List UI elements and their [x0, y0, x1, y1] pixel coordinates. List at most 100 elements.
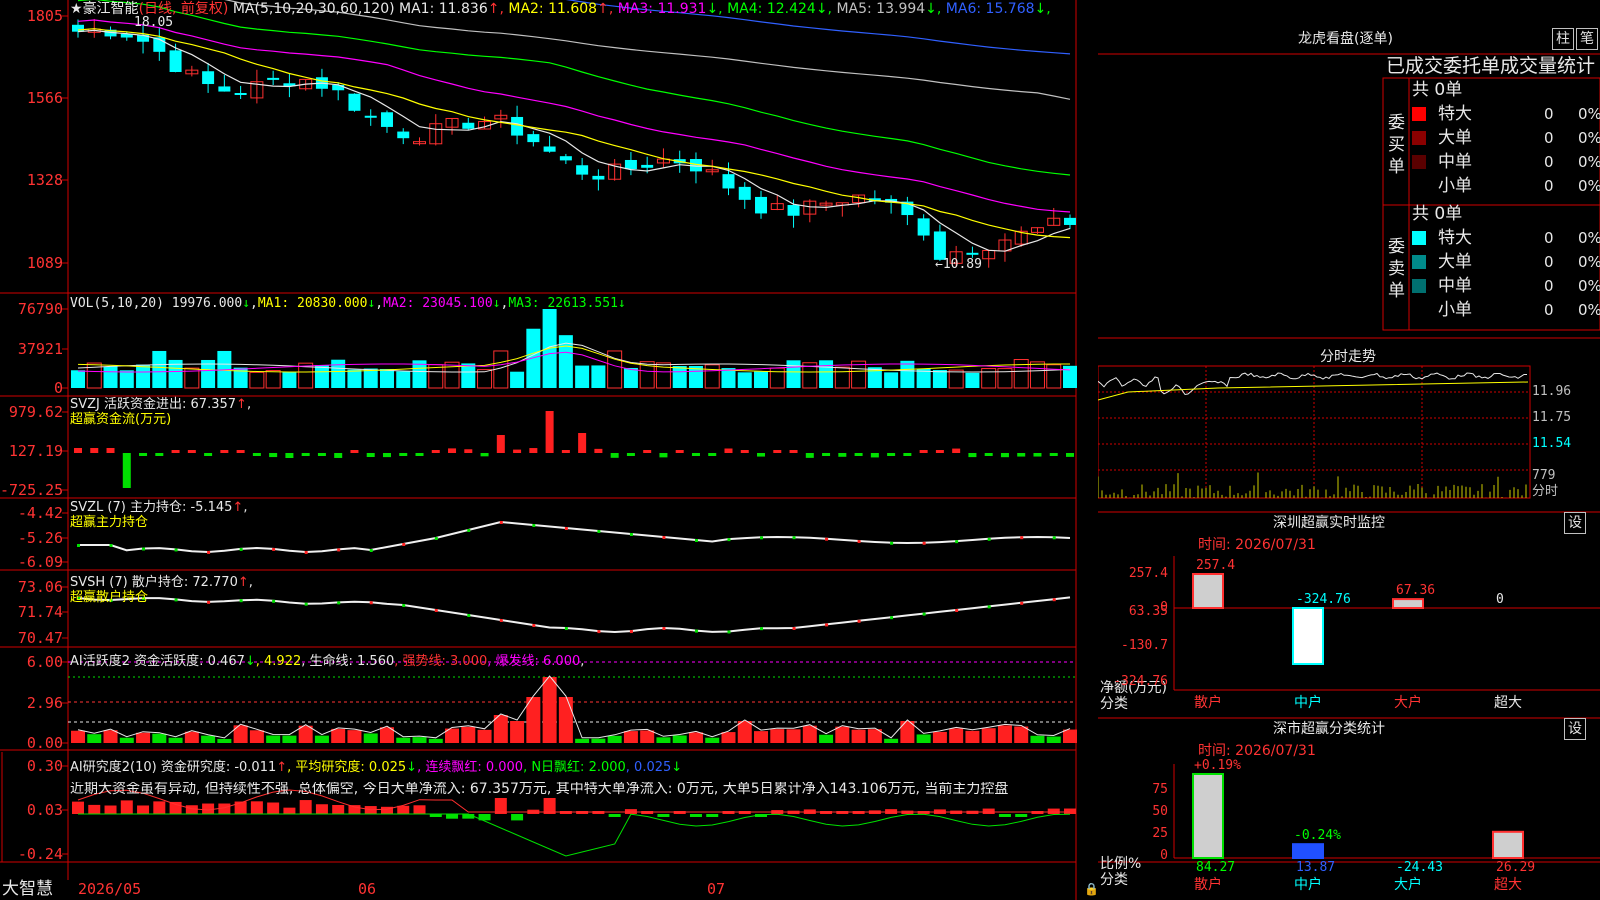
volume-bar-down	[331, 359, 346, 388]
volume-bar-down	[737, 372, 752, 388]
fund-flow-bar	[317, 453, 326, 456]
line-marker	[434, 609, 438, 612]
fund-flow-bar	[1049, 453, 1058, 456]
fund-flow-bar	[480, 453, 489, 457]
sz-monitor-time: 时间: 2026/07/31	[1198, 537, 1316, 553]
activity-bar	[314, 735, 329, 743]
volume-bar-up	[1013, 359, 1029, 389]
activity-bar	[640, 730, 655, 743]
buy-count-3: 0	[1544, 177, 1554, 195]
buy-count-0: 0	[1544, 105, 1554, 123]
svzl-tick-1: -5.26	[17, 529, 63, 547]
sell-swatch-0	[1412, 231, 1426, 245]
activity-bar	[884, 738, 899, 743]
line-marker	[955, 540, 959, 544]
fund-flow-bar	[838, 453, 847, 457]
date-label-3: 07	[707, 880, 726, 898]
svsh-tick-2: 70.47	[17, 629, 63, 647]
sz-monitor-value-0: 257.4	[1196, 558, 1236, 573]
high-price-label: 18.05	[134, 15, 174, 30]
activity-bar	[184, 731, 199, 743]
candle-body-down	[624, 159, 637, 170]
line-marker	[499, 521, 503, 524]
candle-body-down	[72, 24, 84, 32]
sz-monitor-cat-3: 超大	[1494, 695, 1522, 711]
ma-arrow-4: ↓,	[815, 1, 832, 17]
candle-body-down	[462, 122, 475, 129]
sell-name-2: 中单	[1438, 276, 1472, 296]
line-marker	[987, 537, 991, 541]
svzj-tick-2: -725.25	[0, 481, 64, 499]
sz-monitor-settings-button[interactable]: 设	[1564, 512, 1586, 534]
tick-view-button[interactable]: 笔	[1576, 28, 1598, 50]
fund-flow-bar	[90, 448, 99, 453]
fund-flow-bar	[626, 453, 635, 456]
activity-bar	[981, 728, 996, 743]
line-marker	[825, 623, 829, 627]
fund-flow-bar	[366, 453, 375, 458]
brand-logo[interactable]: 大智慧	[2, 880, 53, 899]
sz-monitor-cat-1: 中户	[1294, 695, 1322, 711]
sz-monitor-cat-2: 大户	[1394, 695, 1422, 711]
volume-bar-down	[884, 372, 899, 388]
sell-swatch-3	[1412, 303, 1426, 317]
line-marker	[337, 601, 341, 605]
svzl-tick-2: -6.09	[17, 553, 63, 571]
line-marker	[760, 536, 764, 540]
ai-active-panel-header: AI活跃度2 资金活跃度: 0.467↓, 4.922, 生命线: 1.560,…	[70, 654, 585, 669]
ma-value-6: MA6: 15.768	[941, 1, 1035, 17]
sell-pct-2: 0%	[1578, 277, 1600, 295]
sz-monitor-cat-0: 散户	[1194, 695, 1222, 711]
activity-bar	[217, 738, 232, 743]
activity-bar	[786, 729, 801, 743]
candle-body-down	[348, 93, 361, 111]
fund-flow-bar	[935, 450, 944, 453]
line-marker	[662, 536, 666, 539]
candle-body-down	[511, 116, 524, 136]
line-marker	[694, 539, 698, 542]
sz-classify-tick-3: 0	[1160, 848, 1168, 863]
fund-flow-bar	[496, 435, 505, 453]
line-marker	[564, 627, 568, 631]
activity-bar	[266, 735, 281, 743]
stock-name[interactable]: 豪江智能	[83, 1, 139, 17]
sz-classify-bar-3	[1492, 830, 1524, 860]
line-marker	[402, 604, 406, 607]
sell-count-0: 0	[1544, 229, 1554, 247]
research-bar	[153, 801, 166, 814]
activity-bar	[802, 725, 817, 743]
activity-bar	[331, 728, 346, 743]
sz-classify-value-2: -24.43	[1396, 860, 1443, 875]
research-bar	[1064, 808, 1076, 814]
volume-bar-up	[948, 369, 964, 389]
sz-classify-value-3: 26.29	[1496, 860, 1536, 875]
buy-total: 共 0单	[1412, 80, 1463, 100]
activity-bar	[965, 730, 980, 743]
buy-name-3: 小单	[1438, 176, 1472, 196]
price-tick-0: 1805	[26, 7, 63, 25]
line-marker	[1020, 601, 1024, 605]
line-marker	[857, 540, 861, 544]
bar-view-button[interactable]: 柱	[1552, 28, 1574, 50]
line-marker	[922, 541, 926, 545]
sell-name-1: 大单	[1438, 252, 1472, 272]
date-label-2: 06	[358, 880, 377, 898]
price-panel-header: ★豪江智能(日线, 前复权) MA(5,10,20,30,60,120) MA1…	[70, 2, 1051, 17]
activity-bar	[1063, 729, 1077, 743]
ai-research-panel-header: AI研究度2(10) 资金研究度: -0.011↑, 平均研究度: 0.025↓…	[70, 760, 683, 775]
fund-flow-bar	[561, 450, 570, 453]
sz-classify-bar-1	[1292, 843, 1324, 859]
svzl-panel-header: SVZL (7) 主力持仓: -5.145↑, 超赢主力持仓	[70, 500, 248, 530]
ma-arrow-6: ↓,	[1034, 1, 1051, 17]
sz-classify-settings-button[interactable]: 设	[1564, 718, 1586, 740]
fund-flow-bar	[887, 453, 896, 456]
volume-bar-down	[754, 371, 769, 388]
star-icon: ★	[70, 1, 83, 17]
line-marker	[760, 627, 764, 631]
lock-icon[interactable]: 🔒	[1084, 882, 1099, 897]
line-marker	[857, 619, 861, 623]
line-marker	[890, 616, 894, 620]
research-bar	[1015, 814, 1028, 817]
ma-line	[77, 19, 1071, 213]
line-marker	[272, 547, 276, 551]
